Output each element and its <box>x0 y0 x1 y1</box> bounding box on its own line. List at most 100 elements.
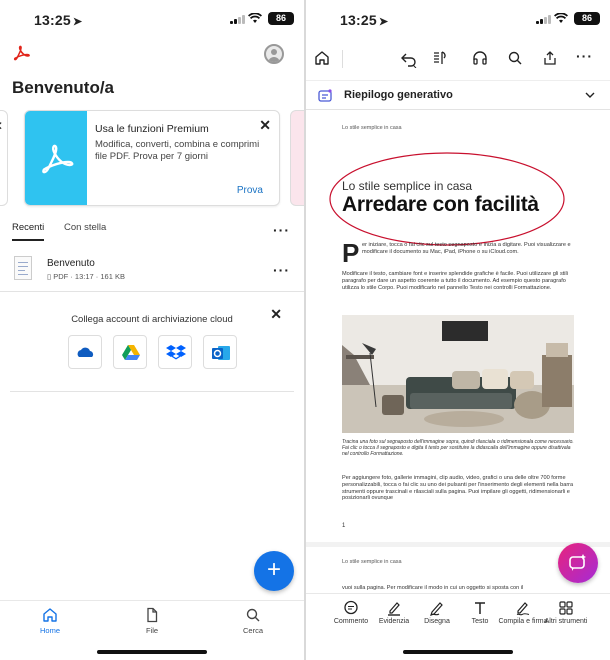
onedrive-button[interactable] <box>68 335 102 369</box>
file-meta: ▯ PDF · 13:17 · 161 KB <box>47 272 125 281</box>
tool-label: Testo <box>471 618 489 625</box>
tools-bar: Commento Evidenzia Disegna Testo Compila… <box>306 593 610 643</box>
page-number: 1 <box>342 523 346 529</box>
summary-label: Riepilogo generativo <box>344 89 453 101</box>
paragraph-2: Modificare il testo, cambiare font e ins… <box>342 271 569 291</box>
file-more-icon[interactable]: ··· <box>273 262 290 278</box>
google-drive-button[interactable] <box>113 335 147 369</box>
tab-starred[interactable]: Con stella <box>64 222 106 233</box>
tool-label: Commento <box>333 618 369 625</box>
promo-carousel[interactable]: ✕ Usa le funzioni Premium ✕ Modifica, co… <box>0 110 304 206</box>
ai-assistant-button[interactable] <box>558 543 598 583</box>
google-drive-icon <box>122 345 140 360</box>
ai-summary-icon <box>318 89 332 102</box>
paragraph-3: Per aggiungere foto, gallerie immagini, … <box>342 475 574 502</box>
file-time: 13:17 <box>74 272 94 281</box>
nav-label-search: Cerca <box>242 626 263 635</box>
running-header: Lo stile semplice in casa <box>342 125 402 131</box>
avatar[interactable] <box>264 44 284 64</box>
home-icon[interactable] <box>314 50 330 66</box>
page-title: Benvenuto/a <box>12 78 115 97</box>
file-icon <box>147 607 158 623</box>
toolbar-divider <box>342 50 343 68</box>
acrobat-promo-image <box>25 111 87 205</box>
home-icon <box>43 608 57 622</box>
dropbox-button[interactable] <box>158 335 192 369</box>
status-time: 13:25 ➤ <box>340 12 389 28</box>
acrobat-symbol-icon <box>42 144 74 174</box>
article-kicker: Lo stile semplice in casa <box>342 179 473 193</box>
more-options-icon[interactable]: ··· <box>273 222 290 238</box>
dropbox-icon <box>166 345 186 360</box>
battery-icon: 86 <box>574 12 600 25</box>
bottom-navigation: Home File Cerca <box>0 600 304 646</box>
outlook-button[interactable] <box>203 335 237 369</box>
more-tools-icon <box>559 601 573 615</box>
tool-label: Disegna <box>424 618 450 625</box>
cloud-close-button[interactable]: ✕ <box>270 306 282 323</box>
headphones-icon[interactable] <box>472 50 488 66</box>
tool-more[interactable]: Altri strumenti <box>541 600 591 626</box>
promo-close-button[interactable]: ✕ <box>259 117 271 134</box>
nav-search[interactable]: Cerca <box>223 607 283 635</box>
more-options-icon[interactable]: ··· <box>576 48 593 64</box>
battery-icon: 86 <box>268 12 294 25</box>
onedrive-icon <box>77 347 94 357</box>
ai-assistant-icon <box>569 554 586 571</box>
document-canvas[interactable]: Lo stile semplice in casa Lo stile sempl… <box>306 111 610 607</box>
search-icon[interactable] <box>507 50 523 66</box>
home-indicator <box>403 650 513 654</box>
tool-label: Evidenzia <box>378 618 410 625</box>
cellular-signal-icon <box>536 14 551 24</box>
try-button[interactable]: Prova <box>237 185 263 196</box>
nav-files[interactable]: File <box>122 607 182 635</box>
wifi-icon <box>248 13 262 23</box>
nav-label-files: File <box>145 626 159 635</box>
phone-icon: ▯ <box>47 272 52 281</box>
close-icon: ✕ <box>270 306 282 322</box>
add-button[interactable]: + <box>254 551 294 591</box>
cellular-signal-icon <box>230 14 245 24</box>
premium-promo-card[interactable]: Usa le funzioni Premium ✕ Modifica, conv… <box>24 110 280 206</box>
nav-label-home: Home <box>39 626 60 635</box>
generative-summary-bar[interactable]: Riepilogo generativo <box>306 80 610 110</box>
status-time: 13:25 ➤ <box>34 12 83 28</box>
search-icon <box>246 608 260 622</box>
nav-home[interactable]: Home <box>20 607 80 635</box>
file-name: Benvenuto <box>47 258 95 269</box>
comment-icon <box>344 600 358 615</box>
wifi-icon <box>554 13 568 23</box>
document-viewer: 13:25 ➤ 86 ··· Riepilogo generativo Lo st… <box>306 0 610 660</box>
file-size: 161 KB <box>100 272 125 281</box>
promo-title: Usa le funzioni Premium <box>95 123 209 135</box>
adobe-acrobat-logo-icon <box>13 45 30 61</box>
fill-sign-icon <box>516 602 530 616</box>
image-caption: Tracina una foto sul segnaposto dell'imm… <box>342 439 574 457</box>
text-icon <box>475 602 485 614</box>
cloud-title: Collega account di archiviazione cloud <box>71 314 233 325</box>
file-list-item[interactable]: Benvenuto ▯ PDF · 13:17 · 161 KB ··· <box>0 252 304 292</box>
document-page: Lo stile semplice in casa Lo stile sempl… <box>306 111 610 542</box>
outlook-icon <box>212 346 230 360</box>
cloud-storage-card: Collega account di archiviazione cloud ✕ <box>10 300 294 392</box>
close-icon: ✕ <box>259 117 271 133</box>
pdf-thumbnail-icon <box>14 256 32 280</box>
draw-icon <box>430 602 443 616</box>
next-card[interactable] <box>290 110 304 206</box>
read-mode-icon[interactable] <box>432 50 448 66</box>
undo-icon[interactable] <box>400 50 418 68</box>
tab-recent[interactable]: Recenti <box>12 222 45 241</box>
status-bar: 13:25 ➤ 86 <box>0 0 304 38</box>
living-room-image <box>342 315 574 433</box>
file-type: PDF <box>53 272 69 281</box>
share-icon[interactable] <box>542 50 558 66</box>
status-bar: 13:25 ➤ 86 <box>306 0 610 38</box>
tool-label: Altri strumenti <box>544 618 588 625</box>
close-icon: ✕ <box>0 119 3 133</box>
highlight-icon <box>388 602 400 616</box>
chevron-down-icon <box>585 92 595 98</box>
drop-cap: P <box>342 238 360 268</box>
previous-card[interactable]: ✕ <box>0 110 8 206</box>
viewer-toolbar: ··· <box>306 44 610 74</box>
plus-icon: + <box>266 556 281 583</box>
